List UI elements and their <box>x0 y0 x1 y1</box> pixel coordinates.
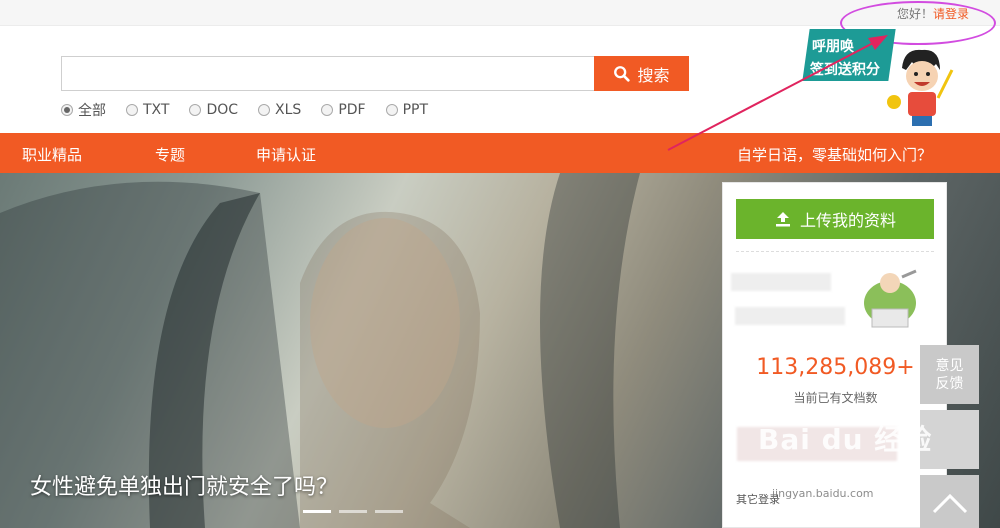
feedback-label-line1: 意见 <box>935 357 964 374</box>
blurred-content <box>731 273 831 291</box>
filter-txt[interactable]: TXT <box>126 100 169 120</box>
filter-pdf[interactable]: PDF <box>321 100 366 120</box>
upload-button[interactable]: 上传我的资料 <box>736 199 934 239</box>
blurred-content <box>735 307 845 325</box>
baidu-watermark: Bai du 经验 <box>758 423 933 456</box>
doc-count: 113,285,089+ <box>756 355 915 380</box>
filter-all[interactable]: 全部 <box>61 100 106 120</box>
search-button[interactable]: 搜索 <box>594 56 689 91</box>
chevron-up-icon <box>932 493 967 513</box>
user-panel: 上传我的资料 113,285,089+ 当前已有文档数 其它登录 <box>722 182 947 528</box>
reader-illustration-icon <box>864 269 917 328</box>
nav-item-certification[interactable]: 申请认证 <box>256 144 316 165</box>
page: 您好！请登录 搜索 全部 TXT DOC XLS PDF PPT 呼朋唤 签到送… <box>0 0 1000 528</box>
radio-icon <box>321 104 334 116</box>
filter-label: TXT <box>143 102 170 118</box>
baidu-watermark-url: jingyan.baidu.com <box>772 487 874 500</box>
radio-icon <box>189 104 202 116</box>
radio-icon <box>385 104 398 116</box>
filter-label: XLS <box>275 102 302 118</box>
search-button-label: 搜索 <box>637 65 670 85</box>
radio-selected-icon <box>61 104 73 116</box>
radio-icon <box>258 104 271 116</box>
filter-doc[interactable]: DOC <box>189 100 238 120</box>
carousel-dot[interactable] <box>339 510 367 513</box>
filter-label: PDF <box>338 102 366 118</box>
panel-divider <box>736 251 934 252</box>
filter-label: PPT <box>402 102 429 118</box>
hero-caption: 女性避免单独出门就安全了吗？ <box>30 475 339 500</box>
feedback-label-line2: 反馈 <box>935 375 964 392</box>
doc-count-label: 当前已有文档数 <box>793 391 878 405</box>
carousel-dot[interactable] <box>303 510 331 513</box>
nav-item-topics[interactable]: 专题 <box>155 144 185 165</box>
carousel-dot[interactable] <box>375 510 403 513</box>
promo-line2: 签到送积分 <box>810 62 880 78</box>
feedback-button[interactable]: 意见 反馈 <box>920 345 979 404</box>
nav-right-link[interactable]: 自学日语，零基础如何入门？ <box>737 144 932 165</box>
filter-ppt[interactable]: PPT <box>385 100 429 120</box>
checkin-promo[interactable]: 呼朋唤 签到送积分 <box>802 26 960 130</box>
upload-icon <box>775 212 790 227</box>
file-type-filters: 全部 TXT DOC XLS PDF PPT <box>61 100 428 120</box>
upload-button-label: 上传我的资料 <box>799 211 896 230</box>
search-input[interactable] <box>61 56 596 91</box>
filter-xls[interactable]: XLS <box>258 100 301 120</box>
cartoon-character-icon <box>887 49 954 126</box>
back-to-top-button[interactable] <box>920 475 979 528</box>
carousel-dots <box>303 510 403 513</box>
filter-label: DOC <box>206 102 239 118</box>
main-nav: 职业精品 专题 申请认证 自学日语，零基础如何入门？ <box>0 133 1000 173</box>
nav-item-career[interactable]: 职业精品 <box>22 144 82 165</box>
promo-line1: 呼朋唤 <box>812 39 854 55</box>
filter-label: 全部 <box>78 103 106 119</box>
radio-icon <box>126 104 138 116</box>
search-icon <box>614 65 631 82</box>
